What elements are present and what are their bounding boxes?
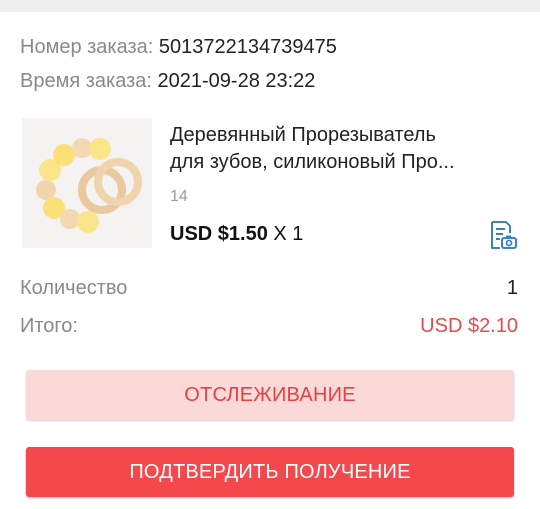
order-time-value: 2021-09-28 23:22	[157, 70, 316, 92]
product-thumbnail[interactable]	[22, 118, 152, 248]
teether-image	[22, 118, 152, 248]
quantity-value: 1	[506, 277, 518, 299]
order-number-label: Номер заказа:	[20, 36, 154, 58]
order-number-value: 5013722134739475	[158, 36, 337, 58]
product-title[interactable]: Деревянный Прорезыватель для зубов, сили…	[170, 122, 515, 176]
confirm-receipt-button[interactable]: ПОДТВЕРДИТЬ ПОЛУЧЕНИЕ	[26, 447, 514, 497]
product-sku: 14	[170, 188, 188, 205]
receipt-camera-icon[interactable]	[486, 219, 518, 251]
order-number-row: Номер заказа: 5013722134739475	[20, 36, 337, 59]
price-line: USD $1.50 X 1	[170, 223, 303, 246]
product-quantity: X 1	[273, 223, 304, 245]
product-title-line1: Деревянный Прорезыватель	[170, 124, 436, 146]
order-time-row: Время заказа: 2021-09-28 23:22	[20, 70, 315, 93]
product-title-line2: для зубов, силиконовый Про...	[170, 151, 455, 173]
order-card: Номер заказа: 5013722134739475 Время зак…	[0, 12, 540, 509]
total-row: Итого: USD $2.10	[20, 315, 518, 338]
track-button[interactable]: ОТСЛЕЖИВАНИЕ	[26, 370, 514, 420]
top-divider-strip	[0, 0, 540, 12]
quantity-label: Количество	[20, 277, 128, 299]
total-value: USD $2.10	[420, 315, 518, 337]
total-label: Итого:	[20, 315, 78, 337]
order-time-label: Время заказа:	[20, 70, 152, 92]
quantity-row: Количество 1	[20, 277, 518, 300]
product-price: USD $1.50	[170, 223, 268, 245]
